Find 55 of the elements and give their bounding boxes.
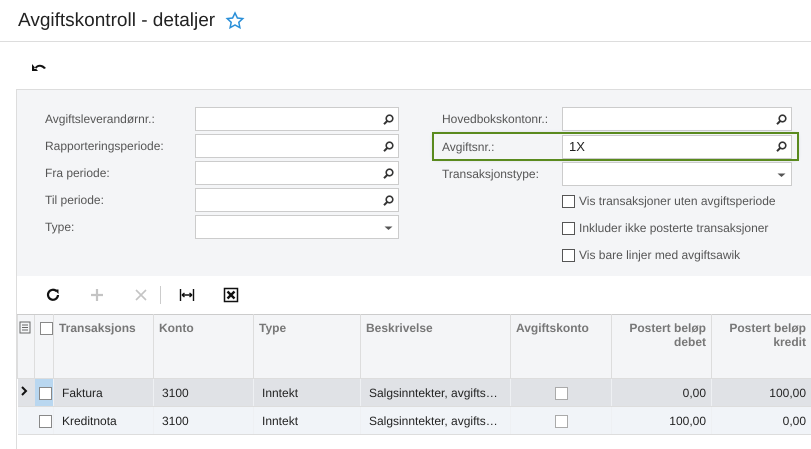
search-icon[interactable] xyxy=(776,114,787,124)
lookup-field[interactable] xyxy=(195,107,399,131)
lookup-field[interactable] xyxy=(195,161,399,185)
lookup-field[interactable] xyxy=(195,134,399,158)
field-label: Type: xyxy=(45,220,76,234)
search-icon[interactable] xyxy=(383,168,394,178)
fit-columns-icon[interactable] xyxy=(179,287,195,303)
table-cell: 0,00 xyxy=(712,406,811,434)
checkbox[interactable] xyxy=(554,414,568,428)
checkbox[interactable] xyxy=(38,414,52,428)
table-cell: 3100 xyxy=(154,406,254,434)
column-header[interactable]: Type xyxy=(254,314,360,378)
checkbox[interactable] xyxy=(40,322,53,336)
table-row[interactable]: Faktura 3100 Inntekt Salgsinntekter, avgifts… 0,00 100,00 xyxy=(18,378,811,406)
checkbox[interactable] xyxy=(38,386,52,400)
checkbox[interactable] xyxy=(562,194,575,208)
field-value: 1X xyxy=(568,139,586,154)
dropdown-field[interactable] xyxy=(562,162,792,186)
table-cell: Salgsinntekter, avgifts… xyxy=(360,406,510,434)
star-icon[interactable] xyxy=(225,10,246,30)
column-header[interactable]: Postert beløp debet xyxy=(612,314,712,378)
field-label: Transaksjonstype: xyxy=(442,167,540,181)
field-label: Fra periode: xyxy=(45,166,111,180)
column-header[interactable]: Postert beløp kredit xyxy=(712,314,811,378)
column-header[interactable]: Beskrivelse xyxy=(360,314,510,378)
table-row[interactable]: Kreditnota 3100 Inntekt Salgsinntekter, avgifts… 100,00 0,00 xyxy=(18,406,811,434)
search-icon[interactable] xyxy=(383,114,394,124)
column-header[interactable]: Transaksjons xyxy=(54,314,154,378)
page-title: Avgiftskontroll - detaljer xyxy=(18,10,216,32)
lookup-field[interactable] xyxy=(562,107,792,131)
column-settings-icon[interactable] xyxy=(19,321,31,334)
field-label: Rapporteringsperiode: xyxy=(45,139,165,153)
search-icon[interactable] xyxy=(776,141,787,152)
spreadsheet-icon[interactable] xyxy=(223,287,239,303)
checkbox[interactable] xyxy=(554,386,568,400)
checkbox-label: Vis transaksjoner uten avgiftsperiode xyxy=(579,194,776,208)
lookup-field[interactable]: 1X xyxy=(562,134,792,158)
field-label: Avgiftsnr.: xyxy=(442,140,496,154)
search-icon[interactable] xyxy=(383,140,394,152)
lookup-field[interactable] xyxy=(195,188,399,212)
checkbox-label: Inkluder ikke posterte transaksjoner xyxy=(579,221,768,235)
table-cell: Kreditnota xyxy=(54,406,154,434)
checkbox[interactable] xyxy=(562,222,575,234)
checkbox[interactable] xyxy=(562,248,575,262)
search-icon[interactable] xyxy=(383,194,394,206)
column-header[interactable]: Konto xyxy=(154,314,254,378)
column-header[interactable]: Avgiftskonto xyxy=(510,314,612,378)
table-cell: Inntekt xyxy=(254,406,360,434)
checkbox-label: Vis bare linjer med avgiftsawik xyxy=(579,248,740,262)
refresh-icon[interactable] xyxy=(45,287,61,303)
field-label: Avgiftsleverandørnr.: xyxy=(45,112,156,126)
field-label: Til periode: xyxy=(45,193,105,207)
field-label: Hovedbokskontonr.: xyxy=(442,112,550,126)
table-cell: 100,00 xyxy=(612,406,712,434)
dropdown-field[interactable] xyxy=(195,215,399,239)
